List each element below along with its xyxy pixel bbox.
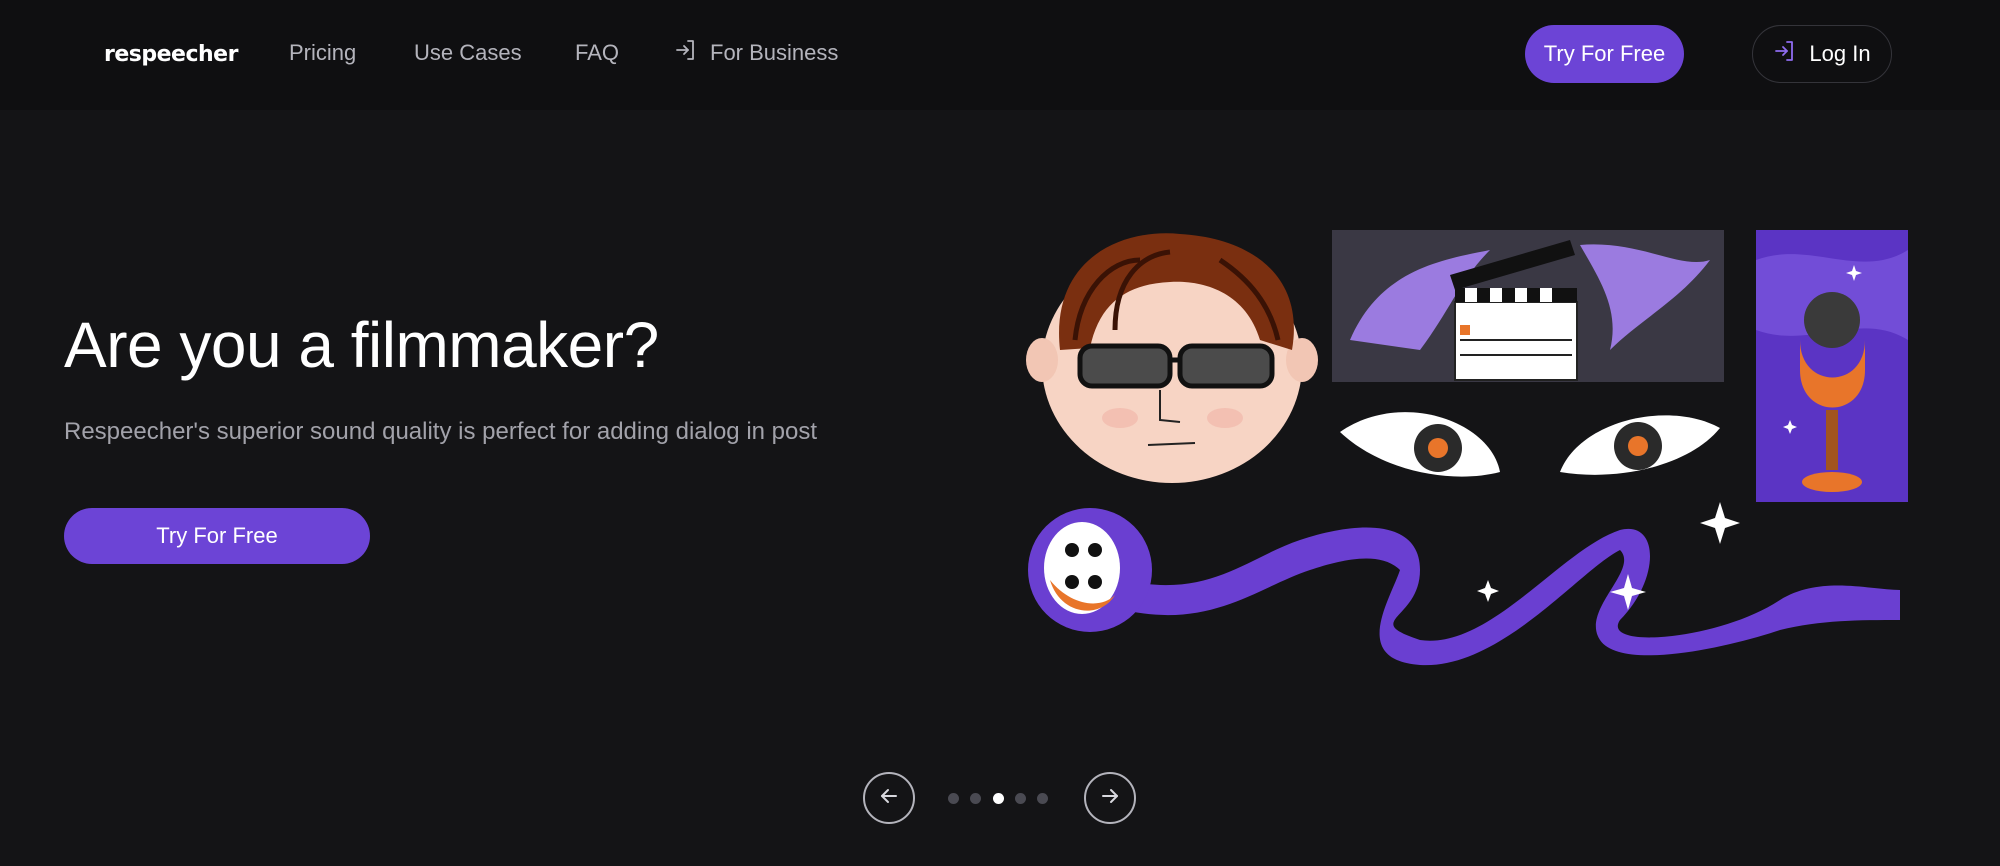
arrow-left-icon — [877, 784, 901, 813]
nav-link-pricing[interactable]: Pricing — [289, 40, 356, 66]
for-business-label: For Business — [710, 40, 839, 65]
carousel-dot-1[interactable] — [948, 793, 959, 804]
nav-link-faq[interactable]: FAQ — [575, 40, 619, 66]
login-label: Log In — [1809, 41, 1871, 66]
top-navigation: respeecher Pricing Use Cases FAQ For Bus… — [0, 0, 2000, 110]
clapperboard-panel — [1332, 230, 1724, 382]
arrow-right-icon — [1098, 784, 1122, 813]
hero-try-for-free-button[interactable]: Try For Free — [64, 508, 370, 564]
nav-link-for-business[interactable]: For Business — [674, 38, 838, 68]
carousel-dot-2[interactable] — [970, 793, 981, 804]
respeecher-logo[interactable]: respeecher — [104, 42, 238, 67]
microphone-panel — [1756, 230, 1908, 502]
carousel-pagination — [860, 772, 1136, 824]
header-try-for-free-button[interactable]: Try For Free — [1525, 25, 1684, 83]
face-illustration — [1026, 233, 1318, 483]
film-strip-illustration — [1028, 508, 1900, 666]
carousel-dot-3[interactable] — [993, 793, 1004, 804]
filmmaker-illustration — [1020, 220, 1940, 670]
carousel-dot-5[interactable] — [1037, 793, 1048, 804]
login-arrow-icon — [674, 38, 698, 68]
hero-subtitle: Respeecher's superior sound quality is p… — [64, 418, 818, 445]
login-button[interactable]: Log In — [1752, 25, 1892, 83]
eyes-illustration — [1340, 412, 1720, 477]
carousel-next-button[interactable] — [1084, 772, 1136, 824]
nav-link-use-cases[interactable]: Use Cases — [414, 40, 522, 66]
hero-title: Are you a filmmaker? — [64, 309, 659, 381]
login-arrow-icon — [1773, 39, 1797, 69]
carousel-prev-button[interactable] — [863, 772, 915, 824]
carousel-dot-4[interactable] — [1015, 793, 1026, 804]
